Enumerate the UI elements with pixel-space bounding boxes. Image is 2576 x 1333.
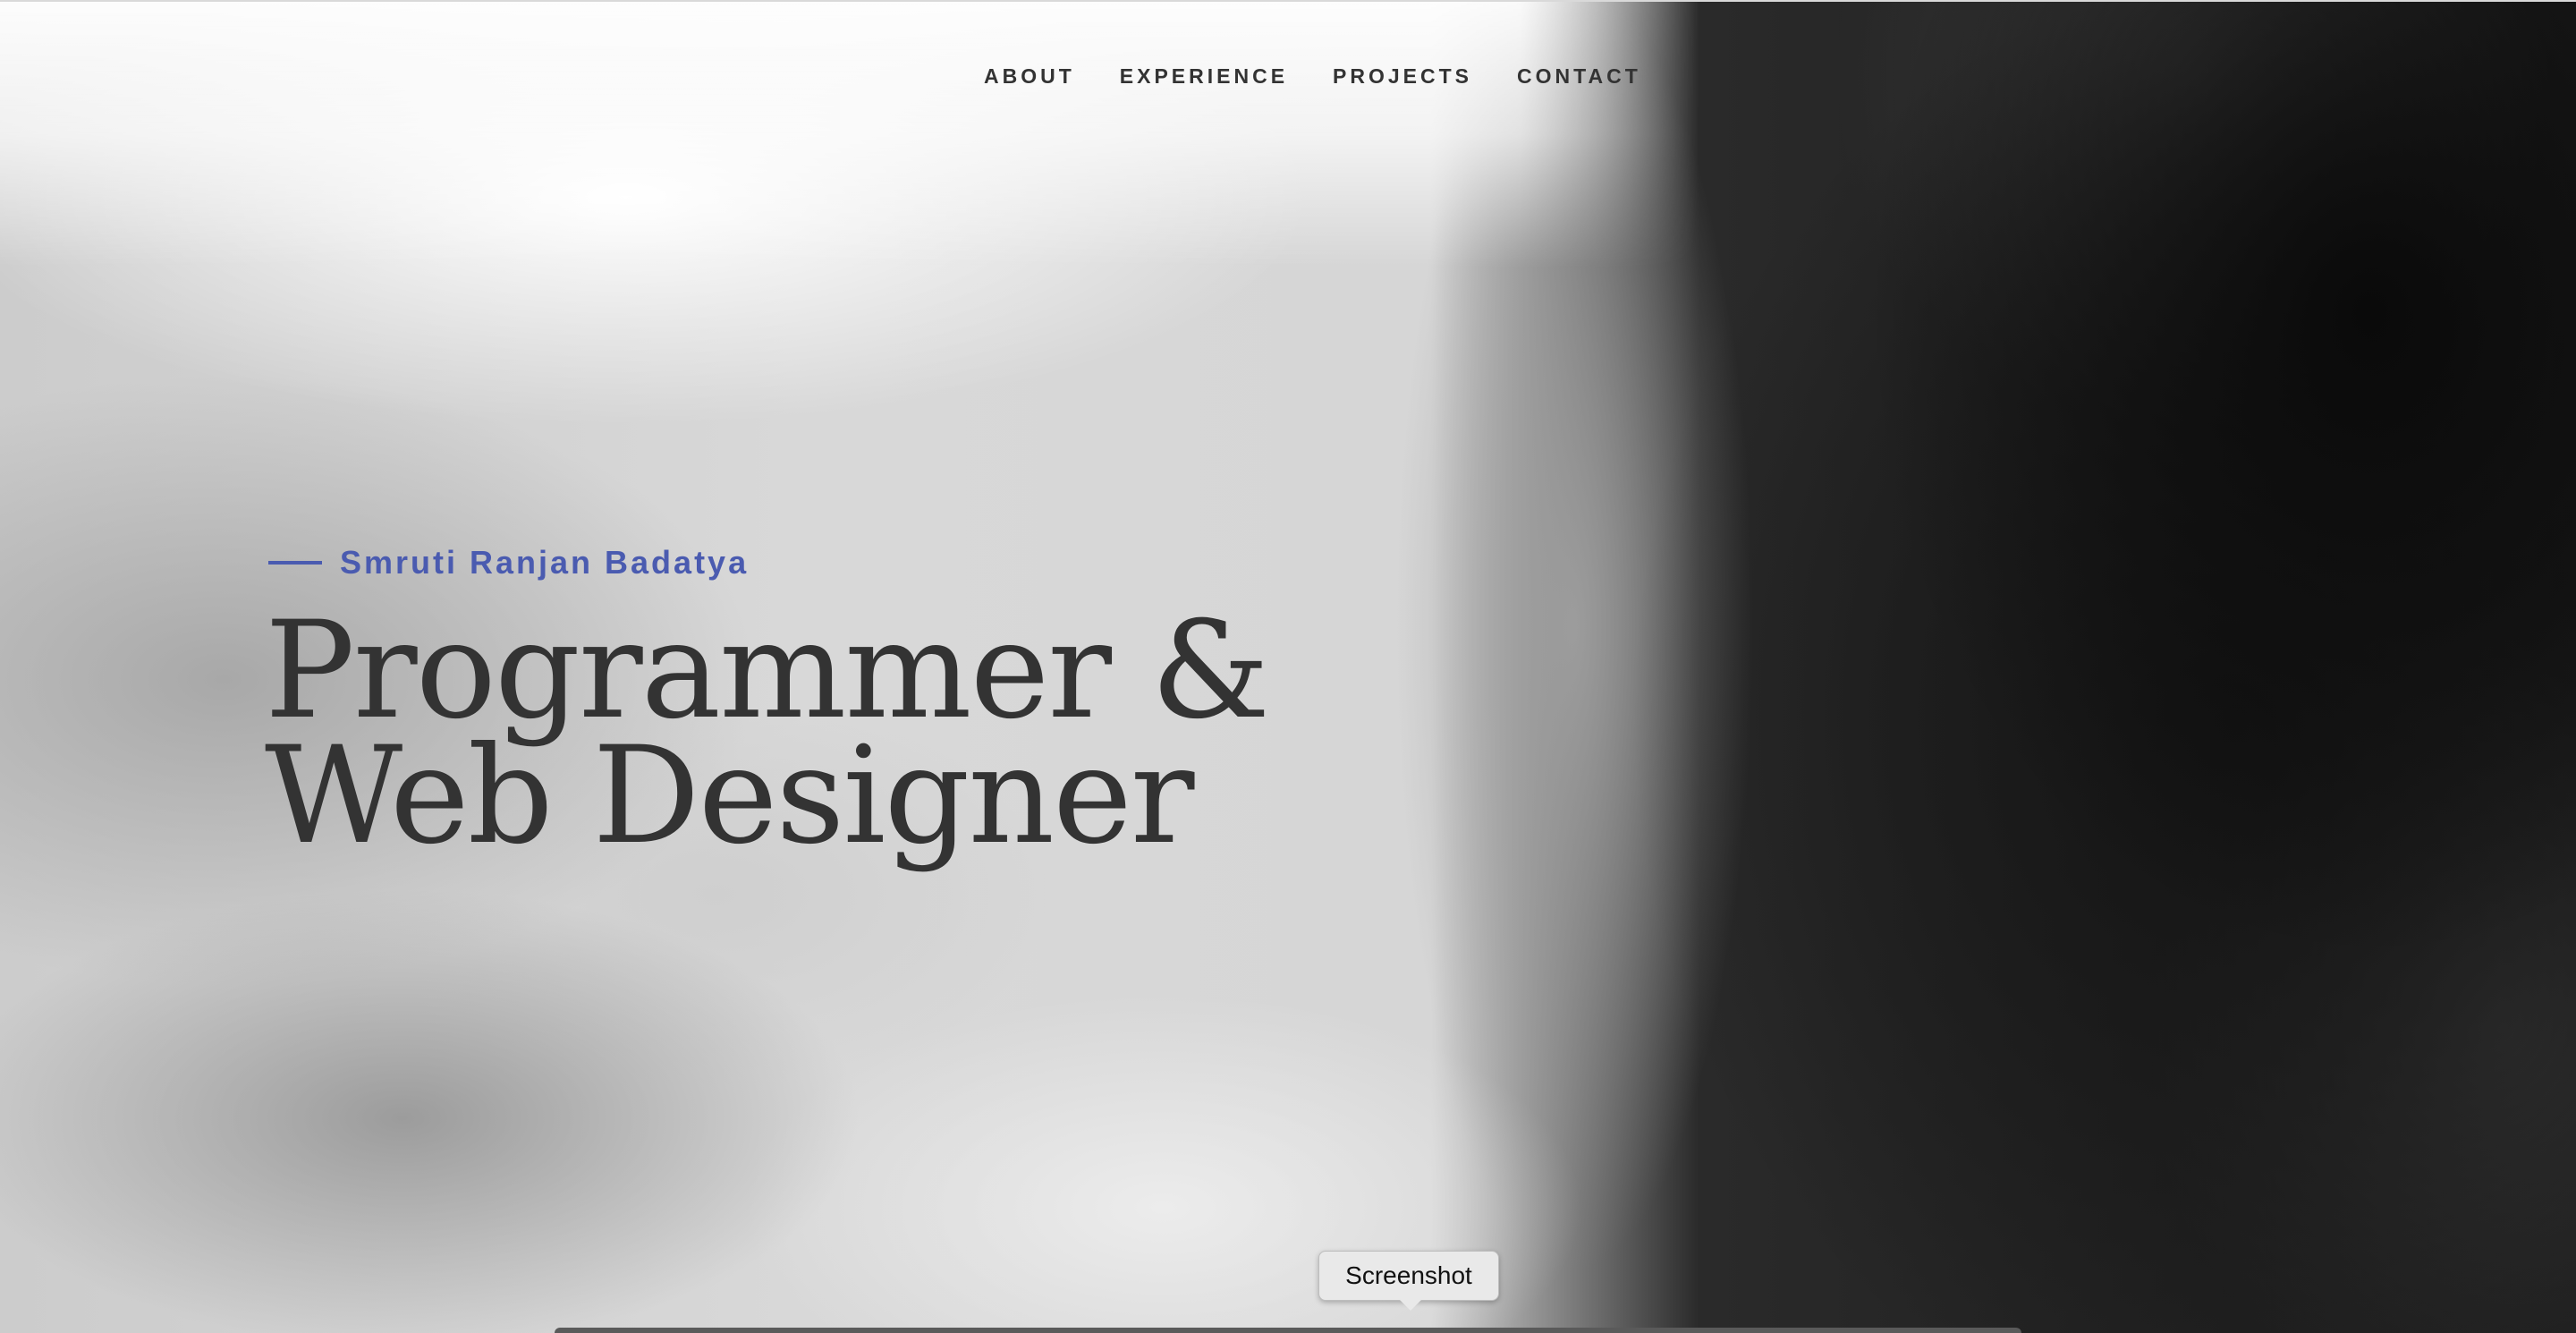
- nav-item-contact[interactable]: CONTACT: [1517, 64, 1641, 89]
- nav-item-projects[interactable]: PROJECTS: [1333, 64, 1472, 89]
- dock-edge: [555, 1328, 2021, 1333]
- headline-line-2: Web Designer: [265, 718, 1195, 874]
- screenshot-tooltip: Screenshot: [1318, 1251, 1499, 1311]
- author-name: Smruti Ranjan Badatya: [340, 544, 750, 581]
- nav-item-experience[interactable]: EXPERIENCE: [1120, 64, 1288, 89]
- hero-intro: Smruti Ranjan Badatya: [268, 544, 749, 582]
- top-border: [0, 0, 2576, 2]
- tooltip-label: Screenshot: [1345, 1261, 1472, 1289]
- main-nav: ABOUT EXPERIENCE PROJECTS CONTACT: [984, 64, 1641, 89]
- nav-item-about[interactable]: ABOUT: [984, 64, 1075, 89]
- hero-headline: Programmer & Web Designer: [265, 593, 1270, 874]
- headline-line-1: Programmer &: [265, 593, 1270, 749]
- accent-dash: [268, 561, 322, 565]
